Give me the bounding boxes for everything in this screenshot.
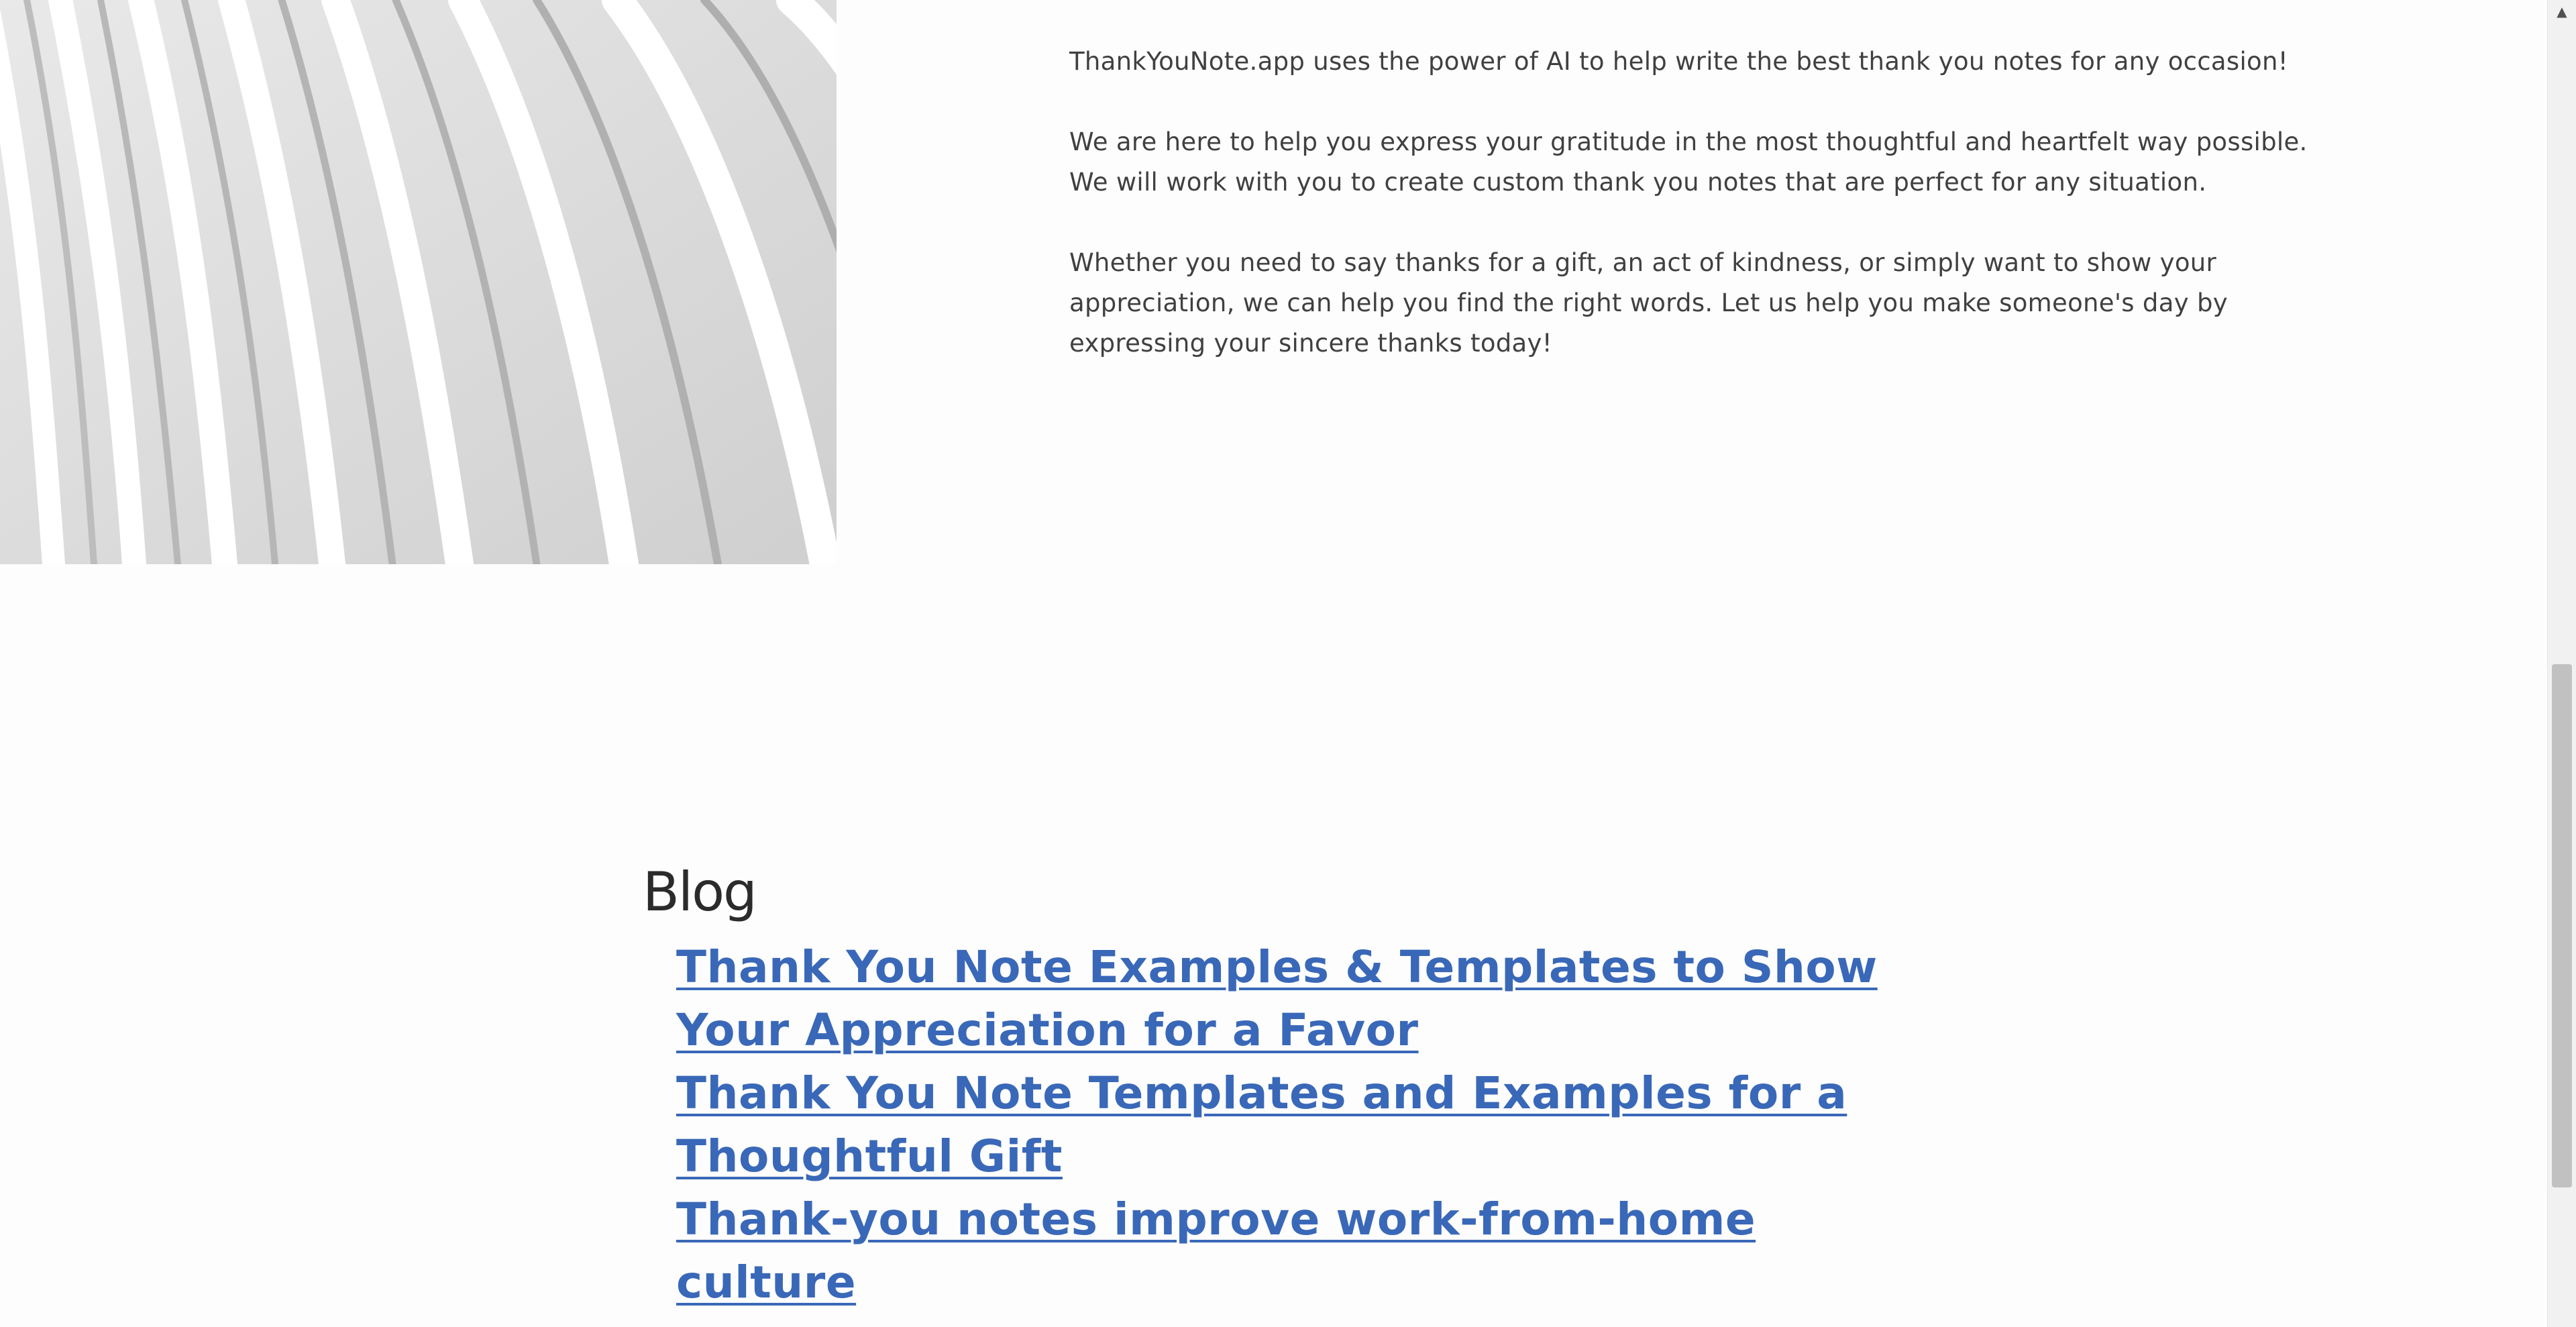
blog-post-link-wfh[interactable]: Thank-you notes improve work-from-home c…	[676, 1193, 1756, 1308]
blog-post-list: Thank You Note Examples & Templates to S…	[676, 936, 1917, 1314]
blog-section: Blog Thank You Note Examples & Templates…	[643, 855, 1917, 1314]
blog-post-item: Thank-you notes improve work-from-home c…	[676, 1188, 1917, 1314]
blog-post-item: Thank You Note Examples & Templates to S…	[676, 936, 1917, 1062]
about-section: ThankYouNote.app uses the power of AI to…	[1069, 42, 2344, 404]
scroll-up-arrow-icon[interactable]: ▲	[2548, 0, 2576, 23]
blog-heading: Blog	[643, 861, 757, 923]
about-paragraph-mission-line-2: We will work with you to create custom t…	[1069, 168, 2207, 197]
about-paragraph-intro: ThankYouNote.app uses the power of AI to…	[1069, 47, 2288, 76]
blog-post-item: Thank You Note Templates and Examples fo…	[676, 1062, 1917, 1188]
blog-post-link-gift[interactable]: Thank You Note Templates and Examples fo…	[676, 1067, 1847, 1182]
about-paragraph-mission: We are here to help you express your gra…	[1069, 122, 2344, 203]
vertical-scrollbar[interactable]: ▲	[2547, 0, 2576, 1327]
scrollbar-thumb[interactable]	[2552, 664, 2572, 1187]
about-paragraph-cta: Whether you need to say thanks for a gif…	[1069, 248, 2228, 358]
hero-image	[0, 0, 837, 564]
blog-post-link-favor[interactable]: Thank You Note Examples & Templates to S…	[676, 941, 1878, 1056]
about-paragraph-mission-line-1: We are here to help you express your gra…	[1069, 127, 2308, 156]
